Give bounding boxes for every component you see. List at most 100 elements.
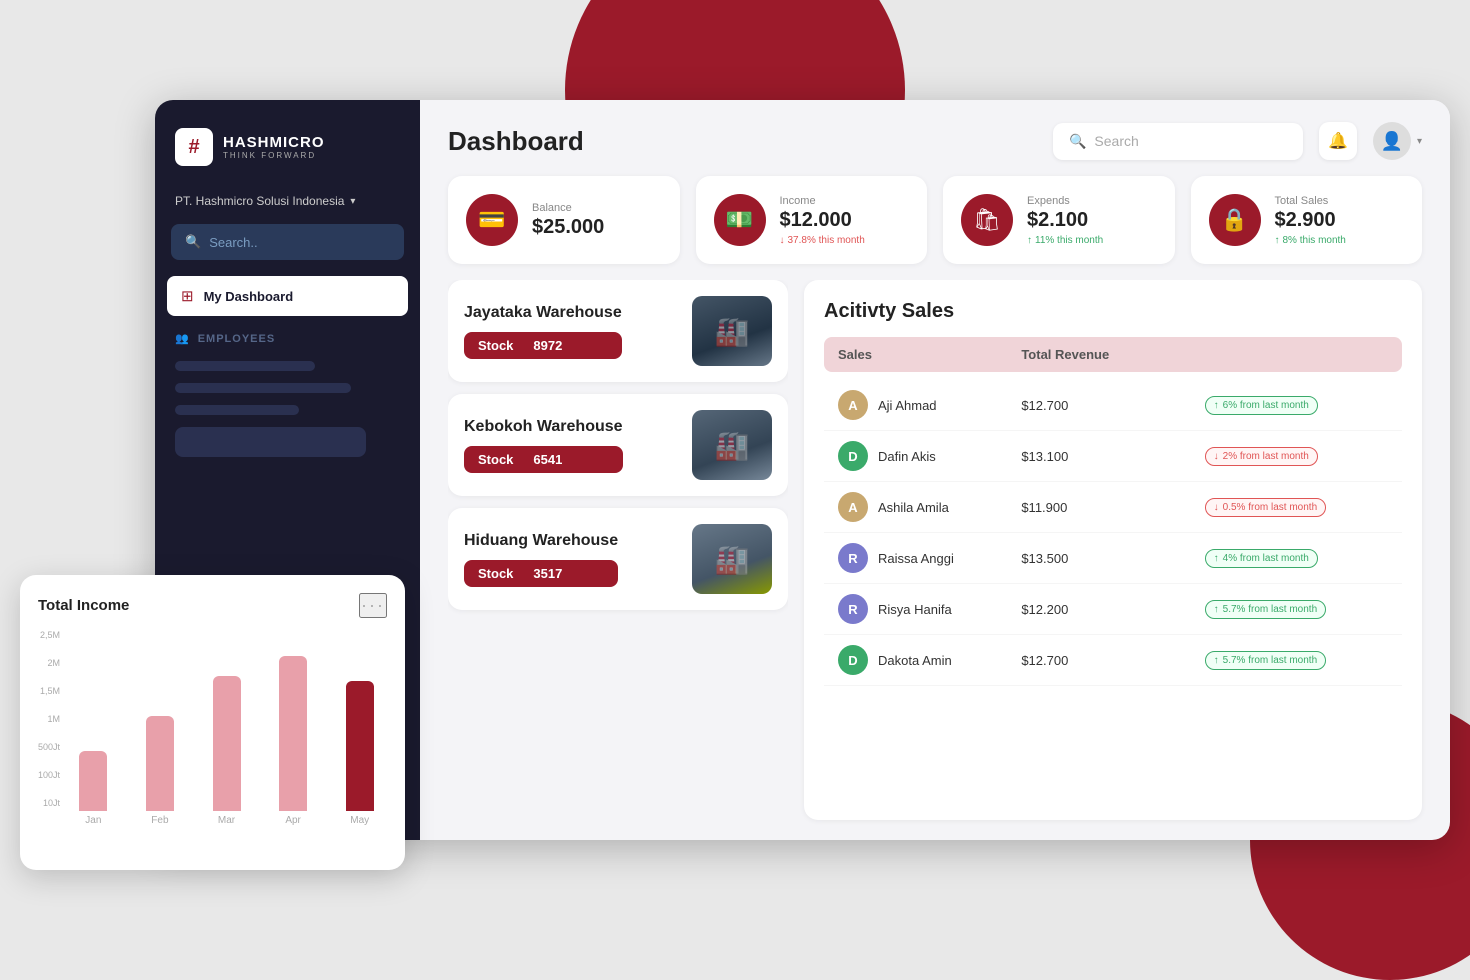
person-cell: A Aji Ahmad — [838, 390, 1021, 420]
person-cell: D Dafin Akis — [838, 441, 1021, 471]
bar-label: May — [350, 815, 369, 826]
stat-info-income: Income $12.000 ↓ 37.8% this month — [780, 195, 865, 246]
stock-value-2: 3517 — [533, 566, 562, 581]
warehouse-img-1: 🏭 — [692, 410, 772, 480]
change-badge: ↑ 6% from last month — [1205, 396, 1318, 415]
change-cell: ↑ 5.7% from last month — [1205, 650, 1388, 670]
sidebar-search-input[interactable] — [209, 235, 390, 250]
avatar-wrapper[interactable]: 👤 ▾ — [1373, 122, 1422, 160]
change-badge: ↓ 2% from last month — [1205, 447, 1318, 466]
person-cell: A Ashila Amila — [838, 492, 1021, 522]
warehouse-name-1: Kebokoh Warehouse — [464, 418, 623, 436]
stat-card-totalsales: 🔒 Total Sales $2.900 ↑ 8% this month — [1191, 176, 1423, 264]
person-name: Risya Hanifa — [878, 602, 952, 617]
person-name: Dafin Akis — [878, 449, 936, 464]
bar-group: Apr — [266, 656, 321, 826]
warehouse-img-0: 🏭 — [692, 296, 772, 366]
person-cell: D Dakota Amin — [838, 645, 1021, 675]
placeholder-bar-2 — [175, 383, 351, 393]
revenue-cell: $13.100 — [1021, 449, 1204, 464]
bell-icon: 🔔 — [1328, 131, 1348, 151]
activity-table-header: Sales Total Revenue — [824, 337, 1402, 372]
warehouse-card-1: Kebokoh Warehouse Stock 6541 🏭 — [448, 394, 788, 496]
stock-badge-0: Stock 8972 — [464, 332, 622, 359]
stock-label-2: Stock — [478, 566, 513, 581]
arrow-down-icon: ↓ — [1214, 451, 1219, 462]
person-cell: R Risya Hanifa — [838, 594, 1021, 624]
bar-group: Mar — [199, 676, 254, 826]
placeholder-bar-3 — [175, 405, 299, 415]
change-badge: ↑ 5.7% from last month — [1205, 600, 1326, 619]
income-chart-header: Total Income ··· — [38, 593, 387, 618]
revenue-cell: $13.500 — [1021, 551, 1204, 566]
stock-value-0: 8972 — [533, 338, 562, 353]
section-label-text: EMPLOYEES — [198, 333, 275, 345]
person-avatar: A — [838, 492, 868, 522]
person-avatar: A — [838, 390, 868, 420]
stat-info-expends: Expends $2.100 ↑ 11% this month — [1027, 195, 1103, 246]
header-right: 🔍 🔔 👤 ▾ — [1053, 122, 1422, 160]
avatar-icon: 👤 — [1381, 131, 1403, 152]
dashboard-icon: ⊞ — [181, 287, 194, 305]
warehouse-name-2: Hiduang Warehouse — [464, 532, 618, 550]
warehouse-name-0: Jayataka Warehouse — [464, 304, 622, 322]
stat-card-income: 💵 Income $12.000 ↓ 37.8% this month — [696, 176, 928, 264]
activity-sales-panel: Acitivty Sales Sales Total Revenue A Aji… — [804, 280, 1422, 820]
more-button[interactable]: ··· — [359, 593, 387, 618]
search-icon: 🔍 — [185, 234, 201, 250]
table-row: A Ashila Amila $11.900 ↓ 0.5% from last … — [824, 482, 1402, 533]
y-axis-label: 1,5M — [38, 686, 60, 696]
bar-group: May — [332, 681, 387, 826]
search-input[interactable] — [1094, 133, 1287, 149]
bar-label: Feb — [151, 815, 168, 826]
logo-icon: # — [175, 128, 213, 166]
bottom-section: Jayataka Warehouse Stock 8972 🏭 — [420, 280, 1450, 840]
person-avatar: D — [838, 645, 868, 675]
table-row: D Dafin Akis $13.100 ↓ 2% from last mont… — [824, 431, 1402, 482]
table-row: R Raissa Anggi $13.500 ↑ 4% from last mo… — [824, 533, 1402, 584]
stock-badge-2: Stock 3517 — [464, 560, 618, 587]
bar — [346, 681, 374, 811]
chart-bars-area: Jan Feb Mar Apr May — [66, 630, 387, 830]
col-header-sales: Sales — [838, 347, 1021, 362]
chart-area: 2,5M2M1,5M1M500Jt100Jt10Jt Jan Feb Mar A… — [38, 630, 387, 830]
bars-container: Jan Feb Mar Apr May — [66, 630, 387, 830]
arrow-down-icon: ↓ — [780, 235, 785, 246]
sidebar-item-dashboard[interactable]: ⊞ My Dashboard — [167, 276, 408, 316]
bar-label: Mar — [218, 815, 235, 826]
warehouse-info-2: Hiduang Warehouse Stock 3517 — [464, 532, 618, 587]
y-axis-label: 100Jt — [38, 770, 60, 780]
stat-change-totalsales: ↑ 8% this month — [1275, 235, 1346, 246]
search-bar[interactable]: 🔍 — [1053, 123, 1303, 160]
activity-rows-container: A Aji Ahmad $12.700 ↑ 6% from last month… — [824, 380, 1402, 686]
table-row: A Aji Ahmad $12.700 ↑ 6% from last month — [824, 380, 1402, 431]
stat-info-totalsales: Total Sales $2.900 ↑ 8% this month — [1275, 195, 1346, 246]
income-icon: 💵 — [714, 194, 766, 246]
sidebar-placeholder-items — [155, 353, 420, 465]
stat-label-totalsales: Total Sales — [1275, 195, 1346, 207]
notification-button[interactable]: 🔔 — [1319, 122, 1357, 160]
avatar[interactable]: 👤 — [1373, 122, 1411, 160]
arrow-up-icon-2: ↑ — [1275, 235, 1280, 246]
sidebar-search-container[interactable]: 🔍 — [171, 224, 404, 260]
arrow-down-icon: ↓ — [1214, 502, 1219, 513]
stat-label-balance: Balance — [532, 202, 604, 214]
bar — [146, 716, 174, 811]
bar-label: Jan — [85, 815, 101, 826]
y-axis-label: 2M — [38, 658, 60, 668]
revenue-cell: $12.700 — [1021, 653, 1204, 668]
arrow-up-icon: ↑ — [1027, 235, 1032, 246]
change-badge: ↓ 0.5% from last month — [1205, 498, 1326, 517]
bar-group: Feb — [133, 716, 188, 826]
revenue-cell: $12.200 — [1021, 602, 1204, 617]
stats-row: 💳 Balance $25.000 💵 Income $12.000 ↓ 37.… — [420, 176, 1450, 280]
chevron-down-icon: ▾ — [350, 196, 355, 207]
col-header-revenue: Total Revenue — [1021, 347, 1204, 362]
company-selector[interactable]: PT. Hashmicro Solusi Indonesia ▾ — [155, 186, 420, 224]
warehouses-column: Jayataka Warehouse Stock 8972 🏭 — [448, 280, 788, 820]
stat-value-income: $12.000 — [780, 209, 865, 232]
warehouse-info-0: Jayataka Warehouse Stock 8972 — [464, 304, 622, 359]
change-cell: ↑ 6% from last month — [1205, 395, 1388, 415]
page-title: Dashboard — [448, 126, 584, 157]
stat-card-expends: 🛍 Expends $2.100 ↑ 11% this month — [943, 176, 1175, 264]
